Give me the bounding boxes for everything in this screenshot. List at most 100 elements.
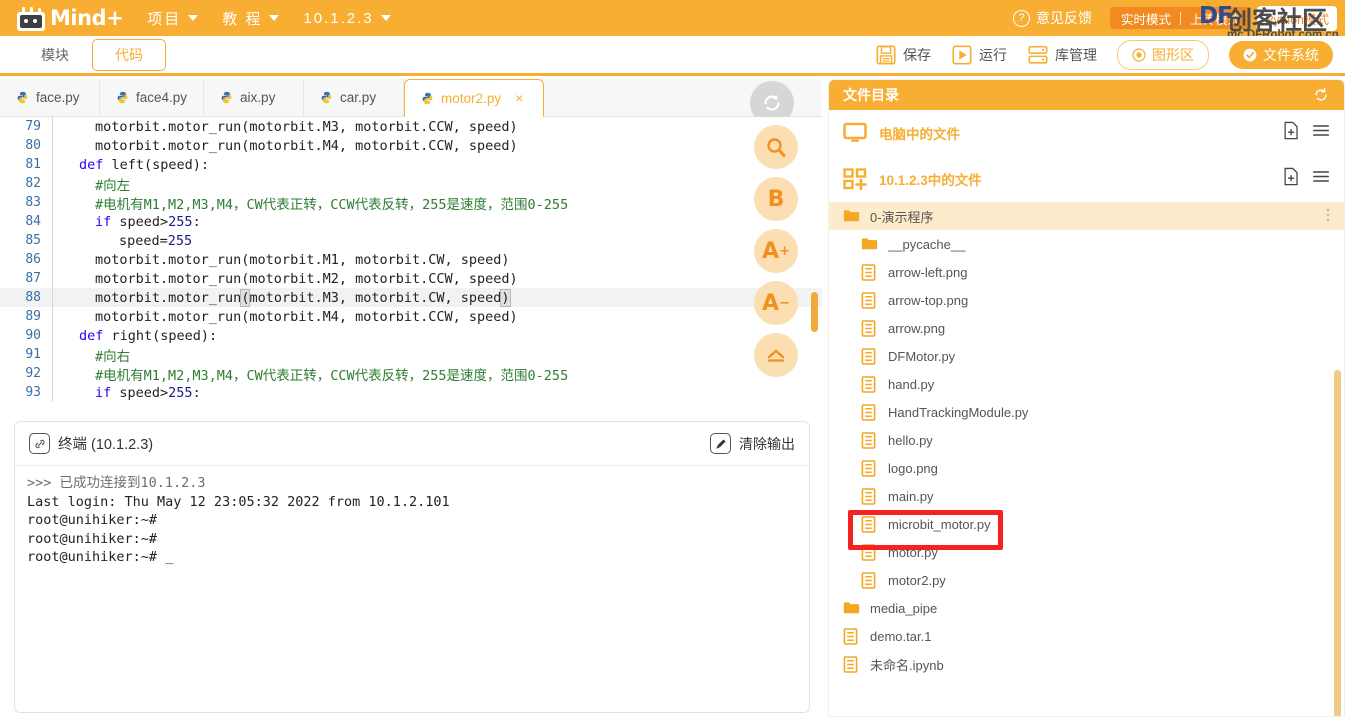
file-tab-face4[interactable]: face4.py [100, 79, 205, 116]
code-line[interactable]: 81 def left(speed): [0, 155, 822, 174]
code-editor[interactable]: 79 motorbit.motor_run(motorbit.M3, motorb… [0, 117, 822, 403]
terminal-line: >>> 已成功连接到10.1.2.3 [27, 475, 206, 491]
code-line[interactable]: 85 speed=255 [0, 231, 822, 250]
search-icon[interactable] [754, 125, 798, 169]
board-grid-icon [843, 168, 867, 190]
tree-folder-row[interactable]: 0-演示程序 [829, 202, 1344, 230]
menu-icon[interactable] [1312, 123, 1330, 143]
file-panel-scrollbar[interactable] [1334, 370, 1341, 716]
file-icon [861, 516, 879, 533]
chevron-down-icon [269, 15, 280, 21]
code-line[interactable]: 84 if speed>255: [0, 212, 822, 231]
brand-logo[interactable]: Mind+ [14, 5, 124, 31]
file-tab-label: aix.py [240, 90, 276, 105]
graphics-area-button[interactable]: 图形区 [1117, 39, 1209, 70]
run-label: 运行 [979, 46, 1007, 63]
menu-icon[interactable] [1312, 169, 1330, 189]
file-tab-face[interactable]: face.py [0, 79, 100, 116]
tree-file-row[interactable]: main.py [829, 482, 1344, 510]
code-line[interactable]: 80 motorbit.motor_run(motorbit.M4, motorb… [0, 136, 822, 155]
menu-tutorial[interactable]: 教 程 [222, 8, 280, 29]
tree-item-label: arrow-top.png [888, 292, 969, 308]
mode-realtime-button[interactable]: 实时模式 [1112, 9, 1180, 28]
code-line[interactable]: 88 motorbit.motor_run(motorbit.M3, motorb… [0, 288, 822, 307]
graphics-area-label: 图形区 [1152, 46, 1194, 63]
python-mode-button[interactable]: Python模式 [1257, 5, 1337, 31]
code-line[interactable]: 87 motorbit.motor_run(motorbit.M2, motorb… [0, 269, 822, 288]
menu-device-ip[interactable]: 10.1.2.3 [303, 10, 391, 27]
tree-file-row[interactable]: 未命名.ipynb [829, 650, 1344, 678]
new-file-icon[interactable] [1283, 121, 1300, 145]
brand-name: Mind+ [50, 6, 124, 30]
tree-file-row[interactable]: microbit_motor.py [829, 510, 1344, 538]
tree-file-row[interactable]: logo.png [829, 454, 1344, 482]
feedback-button[interactable]: ? 意见反馈 [1013, 8, 1092, 28]
font-decrease-icon[interactable]: A − [754, 281, 798, 325]
run-button[interactable]: 运行 [951, 44, 1007, 66]
file-tab-label: motor2.py [441, 90, 502, 106]
code-line[interactable]: 79 motorbit.motor_run(motorbit.M3, motorb… [0, 117, 822, 136]
code-line[interactable]: 86 motorbit.motor_run(motorbit.M1, motorb… [0, 250, 822, 269]
python-file-icon [221, 91, 232, 104]
tree-item-label: main.py [888, 488, 934, 504]
new-file-icon[interactable] [1283, 167, 1300, 191]
save-label: 保存 [903, 46, 931, 63]
python-file-icon [321, 91, 332, 104]
tree-item-label: demo.tar.1 [870, 628, 932, 644]
collapse-up-icon[interactable] [754, 333, 798, 377]
tree-folder-row[interactable]: media_pipe [829, 594, 1344, 622]
font-increase-icon[interactable]: A + [754, 229, 798, 273]
refresh-icon[interactable] [1312, 86, 1330, 104]
tree-file-row[interactable]: hello.py [829, 426, 1344, 454]
menu-tutorial-label: 教 程 [222, 10, 263, 28]
tree-file-row[interactable]: HandTrackingModule.py [829, 398, 1344, 426]
tree-item-label: motor.py [888, 544, 938, 560]
clear-output-button[interactable]: 清除输出 [710, 433, 795, 454]
code-text: #电机有M1,M2,M3,M4，CW代表正转，CCW代表反转，255是速度，范围… [95, 196, 569, 213]
code-line[interactable]: 93 if speed>255: [0, 383, 822, 402]
tree-file-row[interactable]: demo.tar.1 [829, 622, 1344, 650]
terminal-line: Last login: Thu May 12 23:05:32 2022 fro… [27, 493, 450, 510]
tree-folder-row[interactable]: __pycache__ [829, 230, 1344, 258]
bold-icon[interactable]: B [754, 177, 798, 221]
play-run-icon [952, 44, 972, 65]
terminal-output[interactable]: >>> 已成功连接到10.1.2.3 Last login: Thu May 1… [15, 466, 809, 712]
tree-file-row[interactable]: hand.py [829, 370, 1344, 398]
code-line[interactable]: 82 #向左 [0, 174, 822, 194]
file-system-button[interactable]: 文件系统 [1229, 40, 1333, 69]
file-tab-aix[interactable]: aix.py [204, 79, 305, 116]
tab-blocks[interactable]: 模块 [18, 39, 92, 71]
section-computer-files[interactable]: 电脑中的文件 [829, 110, 1344, 156]
mode-upload-button[interactable]: 上传模式 [1181, 9, 1249, 28]
tree-item-label: hand.py [888, 376, 935, 392]
editor-side-actions: B A + A − [754, 125, 798, 385]
tree-file-row[interactable]: arrow.png [829, 314, 1344, 342]
close-icon[interactable]: × [515, 90, 523, 106]
tree-file-row[interactable]: arrow-left.png [829, 258, 1344, 286]
tree-file-row[interactable]: motor.py [829, 538, 1344, 566]
tree-item-label: DFMotor.py [888, 348, 956, 364]
tree-file-row[interactable]: DFMotor.py [829, 342, 1344, 370]
file-icon [861, 376, 879, 393]
editor-scrollbar[interactable] [811, 292, 818, 332]
section-device-files[interactable]: 10.1.2.3中的文件 [829, 156, 1344, 202]
kebab-menu-icon[interactable] [1326, 207, 1330, 226]
code-line[interactable]: 92 #电机有M1,M2,M3,M4，CW代表正转，CCW代表反转，255是速度，… [0, 364, 822, 384]
menu-project[interactable]: 项目 [147, 8, 199, 29]
file-panel-header: 文件目录 [829, 80, 1344, 110]
tree-file-row[interactable]: motor2.py [829, 566, 1344, 594]
file-icon [861, 404, 879, 421]
file-tab-motor2[interactable]: motor2.py × [404, 79, 545, 117]
code-line[interactable]: 83 #电机有M1,M2,M3,M4，CW代表正转，CCW代表反转，255是速度，… [0, 193, 822, 213]
code-line[interactable]: 91 #向右 [0, 345, 822, 365]
file-tab-car[interactable]: car.py [304, 79, 405, 116]
line-number: 89 [25, 309, 41, 324]
code-line[interactable]: 90 def right(speed): [0, 326, 822, 345]
file-tab-label: face.py [36, 90, 80, 105]
mode-tabs: 模块 代码 [18, 38, 166, 71]
save-button[interactable]: 保存 [875, 44, 931, 66]
tree-file-row[interactable]: arrow-top.png [829, 286, 1344, 314]
library-manager-button[interactable]: 库管理 [1027, 44, 1097, 66]
tab-code[interactable]: 代码 [92, 38, 166, 71]
code-line[interactable]: 89 motorbit.motor_run(motorbit.M4, motorb… [0, 307, 822, 326]
